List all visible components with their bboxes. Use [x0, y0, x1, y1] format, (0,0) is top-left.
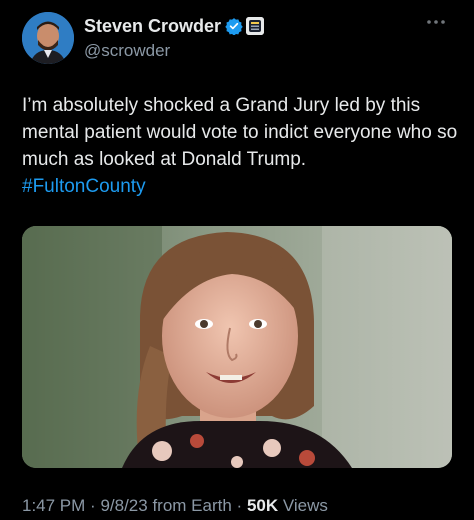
meta-separator: · — [236, 496, 243, 515]
views-count[interactable]: 50K — [247, 496, 278, 515]
hashtag-link[interactable]: #FultonCounty — [22, 173, 462, 200]
more-options-icon[interactable] — [424, 14, 448, 30]
author-name-row: Steven Crowder — [84, 14, 265, 38]
affiliate-badge-icon[interactable] — [246, 17, 265, 35]
tweet-date[interactable]: 9/8/23 — [100, 496, 147, 515]
affiliate-logo-icon — [246, 17, 265, 35]
tweet-body: I’m absolutely shocked a Grand Jury led … — [22, 95, 458, 170]
tweet-text: I’m absolutely shocked a Grand Jury led … — [22, 92, 462, 200]
avatar[interactable] — [22, 12, 74, 64]
tweet-media-photo[interactable] — [22, 226, 452, 468]
avatar-image — [22, 12, 74, 64]
author-display-name[interactable]: Steven Crowder — [84, 16, 221, 37]
tweet-meta: 1:47 PM · 9/8/23 from Earth · 50K Views — [22, 496, 328, 516]
author-handle[interactable]: @scrowder — [84, 41, 264, 61]
tweet-source: from Earth — [152, 496, 232, 515]
meta-separator: · — [90, 496, 96, 515]
author-block[interactable]: Steven Crowder @scrowder — [84, 14, 265, 61]
views-label: Views — [282, 496, 328, 515]
media-photo-image — [22, 226, 452, 468]
verified-badge-icon[interactable] — [225, 17, 243, 35]
tweet-time[interactable]: 1:47 PM — [22, 496, 85, 515]
